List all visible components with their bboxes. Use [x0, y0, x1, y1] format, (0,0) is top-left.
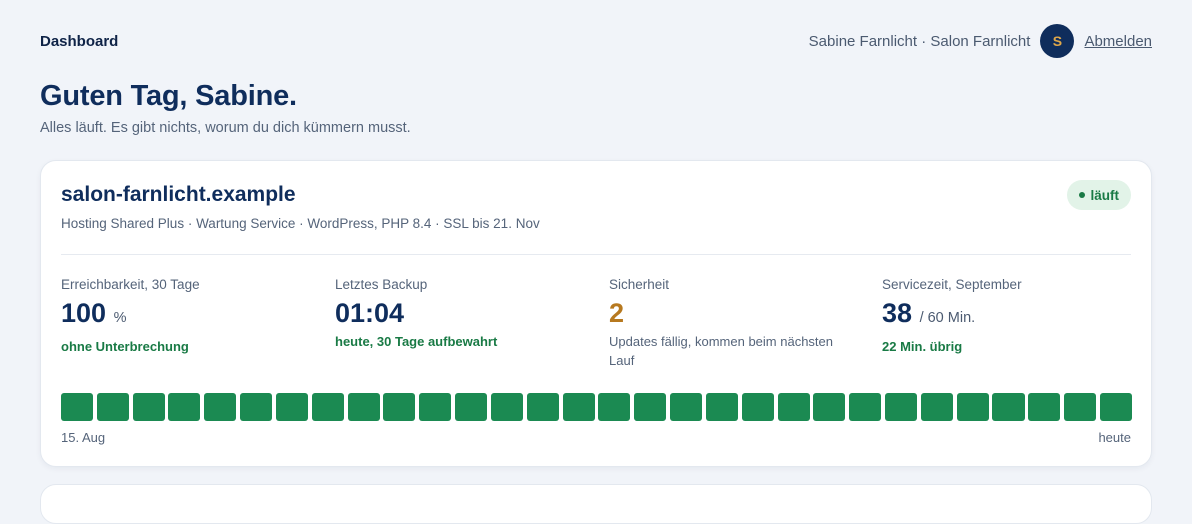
stat-label: Sicherheit [609, 277, 670, 292]
stats-row: Erreichbarkeit, 30 Tage 100 % ohne Unter… [61, 277, 1133, 377]
stat-label: Servicezeit, September [882, 277, 1022, 292]
uptime-day[interactable] [849, 393, 882, 421]
logout-link[interactable]: Abmelden [1084, 33, 1152, 50]
uptime-day[interactable] [705, 393, 738, 421]
divider [61, 254, 1131, 255]
uptime-day[interactable] [383, 393, 416, 421]
uptime-day[interactable] [956, 393, 989, 421]
uptime-start-label: 15. Aug [61, 430, 106, 445]
site-meta: Hosting Shared Plus · Wartung Service · … [61, 216, 540, 231]
uptime-day[interactable] [96, 393, 129, 421]
status-label: läuft [1090, 187, 1120, 203]
uptime-day[interactable] [455, 393, 488, 421]
uptime-day[interactable] [1064, 393, 1097, 421]
uptime-day[interactable] [670, 393, 703, 421]
stat-service-time: Servicezeit, September 38 / 60 Min. 22 M… [882, 277, 1022, 354]
uptime-day[interactable] [1028, 393, 1061, 421]
uptime-day[interactable] [204, 393, 237, 421]
stat-note: heute, 30 Tage aufbewahrt [335, 334, 498, 349]
uptime-day[interactable] [598, 393, 631, 421]
uptime-day[interactable] [992, 393, 1025, 421]
uptime-day[interactable] [920, 393, 953, 421]
stat-value: 01:04 [335, 298, 405, 328]
stat-label: Erreichbarkeit, 30 Tage [61, 277, 200, 292]
uptime-day[interactable] [741, 393, 774, 421]
avatar[interactable]: S [1040, 24, 1075, 58]
uptime-day[interactable] [490, 393, 523, 421]
stat-backup: Letztes Backup 01:04 heute, 30 Tage aufb… [335, 277, 497, 349]
uptime-day[interactable] [168, 393, 201, 421]
stat-unit: / 60 Min. [919, 310, 976, 326]
uptime-day[interactable] [562, 393, 595, 421]
stat-value: 2 [609, 298, 625, 328]
uptime-day[interactable] [777, 393, 810, 421]
uptime-day[interactable] [240, 393, 273, 421]
stat-note: Updates fällig, kommen beim nächsten Lau… [609, 334, 834, 368]
status-badge: läuft [1066, 180, 1131, 210]
stat-label: Letztes Backup [335, 277, 428, 292]
top-bar: Dashboard Sabine Farnlicht · Salon Farnl… [40, 24, 1152, 58]
user-name: Sabine Farnlicht · Salon Farnlicht [808, 32, 1031, 50]
stat-note: ohne Unterbrechung [61, 339, 189, 354]
uptime-day[interactable] [132, 393, 165, 421]
uptime-day[interactable] [61, 393, 94, 421]
site-name[interactable]: salon-farnlicht.example [61, 183, 296, 207]
stat-value: 38 / 60 Min. [882, 298, 976, 328]
uptime-day[interactable] [813, 393, 846, 421]
uptime-day[interactable] [634, 393, 667, 421]
next-site-card[interactable] [40, 484, 1152, 524]
status-dot-icon [1078, 192, 1085, 198]
uptime-day[interactable] [311, 393, 344, 421]
uptime-day[interactable] [1099, 393, 1132, 421]
stat-value: 100 % [61, 298, 127, 328]
uptime-end-label: heute [1098, 430, 1131, 445]
uptime-day[interactable] [275, 393, 308, 421]
dashboard-title[interactable]: Dashboard [40, 33, 118, 50]
uptime-day[interactable] [885, 393, 918, 421]
site-card[interactable]: salon-farnlicht.example Hosting Shared P… [40, 160, 1152, 467]
uptime-day[interactable] [347, 393, 380, 421]
uptime-day[interactable] [526, 393, 559, 421]
user-menu: Sabine Farnlicht · Salon Farnlicht S Abm… [809, 24, 1152, 58]
stat-unit: % [113, 310, 127, 326]
stat-note: 22 Min. übrig [882, 339, 963, 354]
uptime-bar [61, 393, 1132, 421]
uptime-day[interactable] [419, 393, 452, 421]
stat-security: Sicherheit 2 Updates fällig, kommen beim… [609, 277, 849, 370]
page-title: Guten Tag, Sabine. [40, 80, 297, 112]
page-subtitle: Alles läuft. Es gibt nichts, worum du di… [40, 120, 411, 136]
stat-availability: Erreichbarkeit, 30 Tage 100 % ohne Unter… [61, 277, 200, 354]
